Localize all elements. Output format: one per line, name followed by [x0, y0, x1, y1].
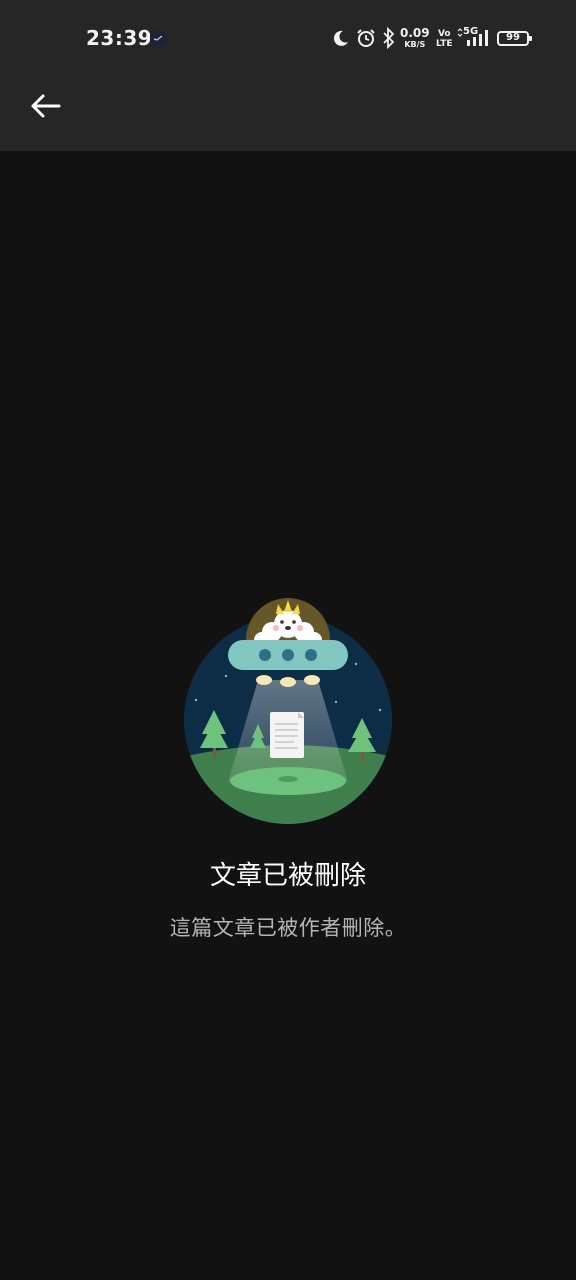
volte-indicator: Vo LTE — [436, 29, 453, 49]
back-button[interactable] — [22, 88, 68, 128]
bluetooth-icon — [382, 26, 396, 53]
moon-icon — [332, 29, 350, 51]
battery-tip — [529, 36, 532, 41]
empty-state-title: 文章已被刪除 — [209, 861, 366, 891]
volte-top: Vo — [437, 29, 451, 39]
net-speed-unit: KB/S — [404, 40, 426, 49]
empty-state-message: 這篇文章已被作者刪除。 — [169, 916, 407, 940]
clock-app-icon — [150, 30, 166, 46]
status-time: 23:39 — [86, 26, 153, 50]
battery-level: 99 — [506, 32, 520, 43]
deleted-article-illustration — [180, 590, 396, 826]
status-bar: 23:39 0.09 KB/S Vo LTE 5G 99 — [0, 0, 576, 78]
volte-bottom: LTE — [436, 39, 453, 49]
top-app-bar — [0, 78, 576, 151]
battery-icon: 99 — [497, 31, 529, 46]
network-type: 5G — [463, 26, 479, 37]
net-speed-value: 0.09 — [400, 26, 430, 40]
arrow-left-icon — [29, 93, 61, 123]
alarm-icon — [356, 28, 376, 52]
net-speed: 0.09 KB/S — [400, 26, 430, 50]
